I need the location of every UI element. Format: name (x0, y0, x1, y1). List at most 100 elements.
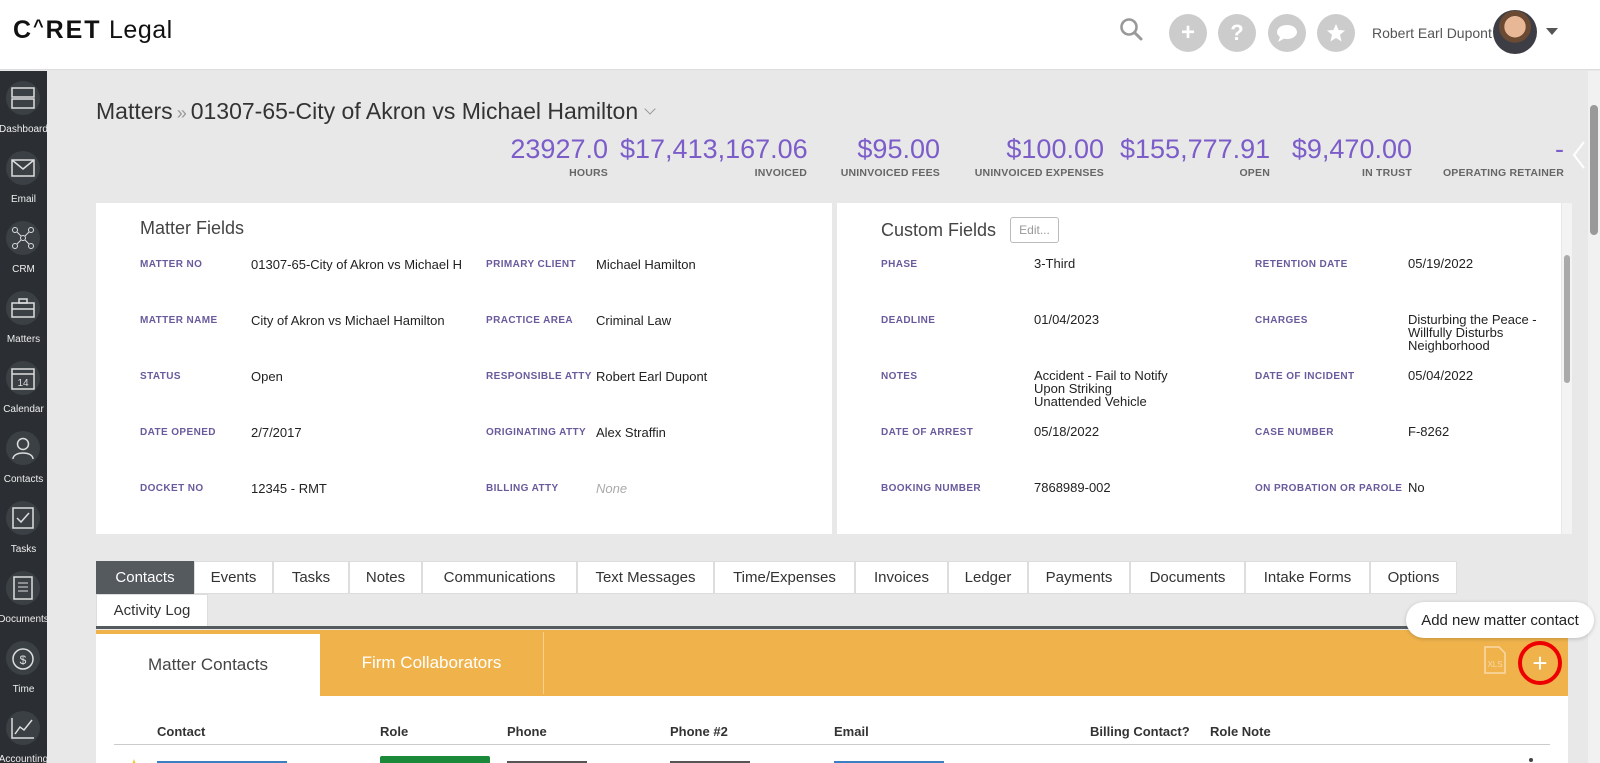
field-value[interactable]: Accident - Fail to Notify Upon Striking … (1034, 369, 1168, 408)
field-value[interactable]: Alex Straffin (596, 426, 666, 439)
field-value[interactable]: Open (251, 370, 283, 383)
tab-payments[interactable]: Payments (1028, 561, 1130, 594)
svg-text:$: $ (20, 653, 27, 667)
sidebar-item-accounting[interactable]: Accounting (0, 703, 48, 763)
stat-in-trust: $9,470.00 IN TRUST (1280, 134, 1412, 179)
field-value[interactable]: 05/04/2022 (1408, 369, 1473, 382)
field-value[interactable]: Disturbing the Peace - Willfully Disturb… (1408, 313, 1537, 352)
field-value[interactable]: 3-Third (1034, 257, 1075, 270)
app-logo[interactable]: C^RET Legal (13, 16, 173, 45)
sidebar-item-label: CRM (12, 264, 35, 275)
chevron-down-icon[interactable] (1546, 28, 1558, 35)
column-header[interactable]: Phone (507, 724, 547, 739)
sidebar-item-contacts[interactable]: Contacts (0, 423, 47, 491)
column-header[interactable]: Contact (157, 724, 205, 739)
briefcase-icon (6, 291, 40, 325)
star-icon[interactable] (125, 756, 143, 763)
sidebar-item-email[interactable]: Email (0, 143, 47, 211)
matter-fields-panel (96, 203, 832, 534)
accounting-icon (6, 711, 40, 745)
field-value[interactable]: 01/04/2023 (1034, 313, 1099, 326)
tab-invoices[interactable]: Invoices (855, 561, 948, 594)
sidebar-item-label: Accounting (0, 754, 49, 763)
column-header[interactable]: Phone #2 (670, 724, 728, 739)
column-header[interactable]: Email (834, 724, 869, 739)
search-icon[interactable] (1118, 16, 1146, 44)
field-value[interactable]: 2/7/2017 (251, 426, 302, 439)
field-value[interactable]: No (1408, 481, 1425, 494)
subtab-matter-contacts[interactable]: Matter Contacts (96, 634, 320, 696)
tab-documents[interactable]: Documents (1130, 561, 1245, 594)
field-value[interactable]: Robert Earl Dupont (596, 370, 707, 383)
sidebar-item-dashboard[interactable]: Dashboard (0, 73, 48, 141)
field-value[interactable]: Criminal Law (596, 314, 671, 327)
stat-caption: INVOICED (754, 167, 807, 179)
scrollbar-thumb[interactable] (1564, 255, 1570, 383)
sidebar-item-label: Matters (6, 334, 41, 345)
field-label: ORIGINATING ATTY (486, 427, 587, 438)
field-label: RETENTION DATE (1255, 259, 1348, 270)
stat-value: $100.00 (1006, 134, 1104, 164)
field-value[interactable]: 05/19/2022 (1408, 257, 1473, 270)
tasks-icon (6, 501, 40, 535)
export-xls-icon[interactable]: XLS (1483, 646, 1507, 674)
stat-uninvoiced-expenses: $100.00 UNINVOICED EXPENSES (960, 134, 1104, 179)
sidebar-item-tasks[interactable]: Tasks (0, 493, 47, 561)
tab-intake-forms[interactable]: Intake Forms (1245, 561, 1370, 594)
column-header[interactable]: Role Note (1210, 724, 1271, 739)
tab-text-messages[interactable]: Text Messages (577, 561, 714, 594)
column-header[interactable]: Billing Contact? (1090, 724, 1190, 739)
field-value[interactable]: F-8262 (1408, 425, 1449, 438)
tab-tasks[interactable]: Tasks (273, 561, 349, 594)
sidebar-item-crm[interactable]: CRM (0, 213, 47, 281)
help-icon[interactable]: ? (1218, 14, 1256, 52)
custom-fields-scrollbar[interactable] (1562, 203, 1572, 534)
sidebar-item-calendar[interactable]: 14 Calendar (0, 353, 47, 421)
tab-ledger[interactable]: Ledger (948, 561, 1028, 594)
chevron-down-icon[interactable] (644, 103, 656, 115)
tab-events[interactable]: Events (194, 561, 273, 594)
scrollbar-thumb[interactable] (1590, 105, 1598, 235)
edit-custom-fields-button[interactable]: Edit... (1010, 217, 1059, 243)
field-value[interactable]: None (596, 482, 627, 495)
column-header[interactable]: Role (380, 724, 408, 739)
sidebar-item-documents[interactable]: Documents (0, 563, 49, 631)
field-label: NOTES (881, 371, 918, 382)
tab-contacts[interactable]: Contacts (96, 561, 194, 594)
documents-icon (6, 571, 40, 605)
breadcrumb-root[interactable]: Matters (96, 98, 173, 124)
stat-hours: 23927.0 HOURS (480, 134, 608, 179)
tab-notes[interactable]: Notes (349, 561, 422, 594)
field-label: BOOKING NUMBER (881, 483, 982, 494)
add-contact-button[interactable]: + (1518, 641, 1562, 685)
matter-fields-title: Matter Fields (140, 218, 245, 238)
tab-communications[interactable]: Communications (422, 561, 577, 594)
field-label: DATE OF INCIDENT (1255, 371, 1355, 382)
field-label: CASE NUMBER (1255, 427, 1334, 438)
plus-icon[interactable]: + (1169, 14, 1207, 52)
user-name[interactable]: Robert Earl Dupont (1372, 25, 1492, 41)
sidebar-item-matters[interactable]: Matters (0, 283, 47, 351)
tab-time-expenses[interactable]: Time/Expenses (714, 561, 855, 594)
field-value[interactable]: 12345 - RMT (251, 482, 327, 495)
subtab-firm-collaborators[interactable]: Firm Collaborators (320, 632, 544, 694)
field-value[interactable]: 01307-65-City of Akron vs Michael H (251, 258, 465, 271)
star-icon[interactable] (1317, 14, 1355, 52)
page-scrollbar[interactable] (1588, 71, 1600, 763)
field-value[interactable]: 05/18/2022 (1034, 425, 1099, 438)
tab-underline (96, 626, 1568, 629)
chevron-left-icon[interactable] (1572, 140, 1588, 200)
tab-options[interactable]: Options (1370, 561, 1457, 594)
field-value[interactable]: City of Akron vs Michael Hamilton (251, 314, 445, 327)
field-value[interactable]: 7868989-002 (1034, 481, 1111, 494)
field-value[interactable]: Michael Hamilton (596, 258, 696, 271)
avatar[interactable] (1493, 10, 1537, 54)
contacts-table (96, 696, 1568, 763)
chat-icon[interactable] (1268, 14, 1306, 52)
tab-activity-log[interactable]: Activity Log (96, 594, 208, 627)
sidebar-item-time[interactable]: $ Time (0, 633, 47, 701)
svg-text:14: 14 (17, 378, 29, 389)
more-options-icon[interactable] (1529, 758, 1533, 762)
logo-suffix: Legal (101, 16, 173, 44)
tooltip: Add new matter contact (1406, 602, 1594, 638)
